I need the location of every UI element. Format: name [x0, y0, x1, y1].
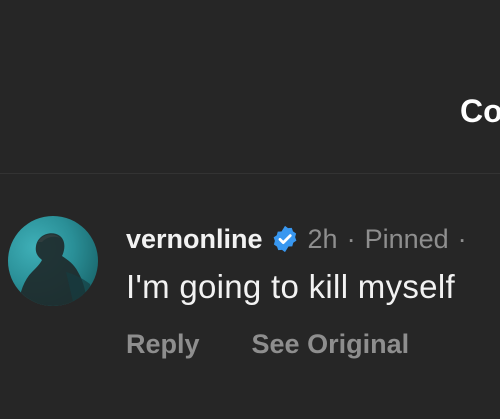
- reply-button[interactable]: Reply: [126, 329, 200, 360]
- comments-screen: Co vernonline 2h · Pinned · I'm going to…: [0, 0, 500, 419]
- comment-body: I'm going to kill myself: [126, 268, 455, 305]
- header-divider: [0, 173, 500, 174]
- verified-badge-icon: [270, 224, 300, 254]
- pinned-label: Pinned: [364, 223, 449, 254]
- comments-header-title: Co: [460, 93, 500, 129]
- comment-meta-row: vernonline 2h · Pinned ·: [126, 222, 467, 256]
- meta-separator-trailing: ·: [457, 223, 467, 254]
- meta-separator: ·: [346, 223, 356, 254]
- comment-timestamp: 2h: [307, 223, 338, 254]
- see-original-button[interactable]: See Original: [252, 329, 410, 360]
- comment-actions: Reply See Original: [126, 329, 409, 360]
- avatar-photo: [18, 233, 94, 306]
- username-link[interactable]: vernonline: [126, 224, 263, 255]
- avatar[interactable]: [8, 216, 98, 306]
